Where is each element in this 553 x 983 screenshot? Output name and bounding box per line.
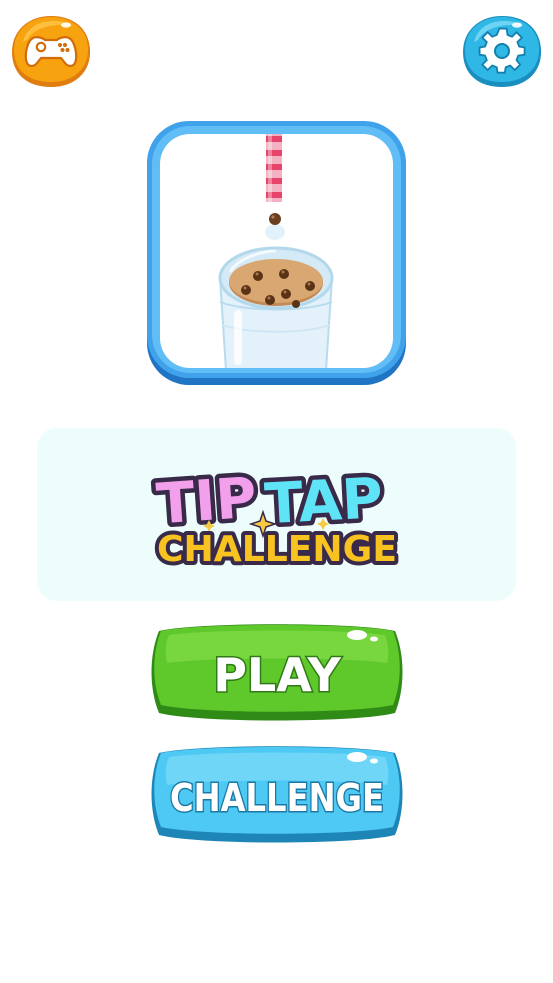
pearl [269, 213, 281, 225]
challenge-label: CHALLENGE [170, 776, 384, 820]
settings-button[interactable] [462, 14, 542, 88]
gear-icon [463, 16, 542, 87]
cup [218, 246, 334, 368]
game-preview-card [146, 120, 407, 386]
gamepad-icon [12, 16, 91, 87]
play-label: PLAY [213, 648, 341, 702]
straw [266, 134, 282, 202]
logo-challenge: CHALLENGE [157, 529, 397, 570]
game-logo: TIP TAP CHALLENGE [150, 461, 401, 574]
challenge-button[interactable]: CHALLENGE [149, 741, 405, 847]
gamepad-button[interactable] [11, 14, 91, 88]
logo-panel: TIP TAP CHALLENGE [37, 428, 516, 601]
play-button[interactable]: PLAY [149, 619, 405, 725]
